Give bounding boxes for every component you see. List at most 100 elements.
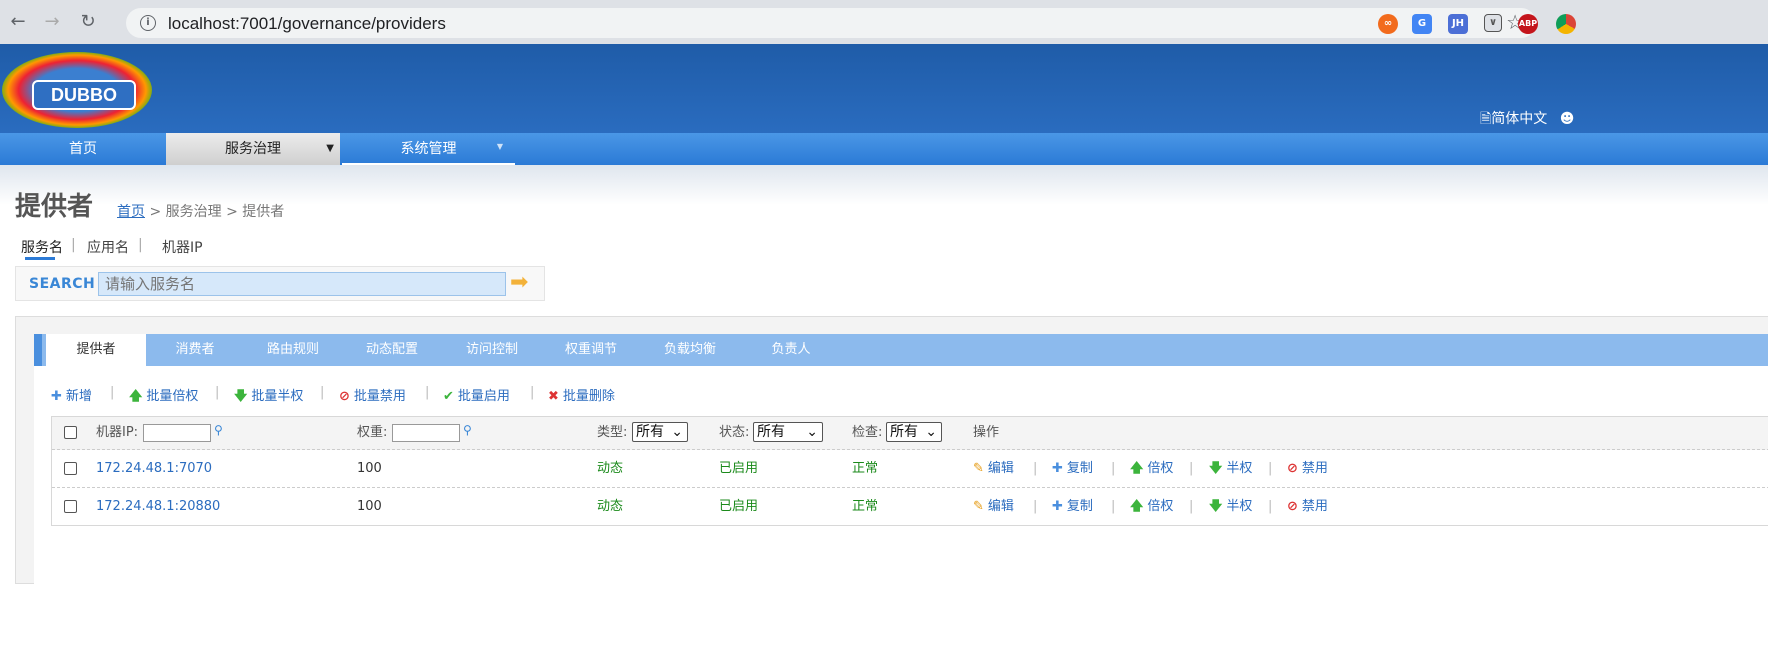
batch-half-label[interactable]: 批量半权 bbox=[251, 389, 303, 404]
provider-address-link[interactable]: 172.24.48.1:20880 bbox=[96, 488, 220, 525]
reload-icon[interactable]: ↻ bbox=[76, 10, 100, 34]
abp-icon[interactable]: ABP bbox=[1518, 14, 1538, 34]
user-icon[interactable]: ☻ bbox=[1560, 111, 1575, 127]
tab-overrides[interactable]: 动态配置 bbox=[342, 334, 442, 366]
dubbo-logo[interactable]: DUBBO bbox=[2, 52, 152, 128]
provider-weight: 100 bbox=[357, 499, 382, 514]
half-weight-button[interactable]: 🡇 半权 bbox=[1209, 488, 1252, 525]
tab-consumers[interactable]: 消费者 bbox=[146, 334, 244, 366]
tab-owners[interactable]: 负责人 bbox=[740, 334, 842, 366]
search-input[interactable] bbox=[98, 272, 506, 296]
batch-disable-label[interactable]: 批量禁用 bbox=[354, 389, 406, 404]
tab-weights[interactable]: 权重调节 bbox=[542, 334, 640, 366]
nav-home-label[interactable]: 首页 bbox=[69, 141, 97, 157]
disable-button[interactable]: ⊘ 禁用 bbox=[1287, 450, 1328, 487]
jh-icon[interactable]: JH bbox=[1448, 14, 1468, 34]
batch-delete-button[interactable]: ✖ 批量删除 bbox=[548, 385, 615, 404]
tab-providers[interactable]: 提供者 bbox=[46, 334, 146, 366]
select-all-checkbox[interactable] bbox=[64, 426, 77, 439]
add-label[interactable]: 新增 bbox=[66, 389, 92, 404]
double-weight-button[interactable]: 🡅 倍权 bbox=[1130, 488, 1173, 525]
divider: | bbox=[425, 385, 430, 400]
header-actions: 操作 bbox=[973, 425, 1000, 440]
double-weight-button[interactable]: 🡅 倍权 bbox=[1130, 450, 1173, 487]
arrow-right-icon[interactable]: ➡ bbox=[510, 272, 528, 294]
batch-enable-label[interactable]: 批量启用 bbox=[458, 389, 510, 404]
type-select-value[interactable]: 所有 bbox=[636, 424, 664, 440]
status-select[interactable]: 所有 ⌄ bbox=[753, 422, 823, 442]
edit-label[interactable]: 编辑 bbox=[988, 499, 1014, 514]
info-icon[interactable]: i bbox=[140, 15, 156, 31]
search-tab-service[interactable]: 服务名 bbox=[21, 237, 63, 257]
divider: | bbox=[1189, 461, 1194, 476]
double-weight-label[interactable]: 倍权 bbox=[1147, 499, 1173, 514]
half-weight-label[interactable]: 半权 bbox=[1226, 461, 1252, 476]
half-weight-label[interactable]: 半权 bbox=[1226, 499, 1252, 514]
copy-label[interactable]: 复制 bbox=[1067, 499, 1093, 514]
tab-routes[interactable]: 路由规则 bbox=[244, 334, 342, 366]
content-inner: 提供者 消费者 路由规则 动态配置 访问控制 权重调节 负载均衡 负责人 ✚ 新增… bbox=[34, 334, 1768, 586]
provider-address-link[interactable]: 172.24.48.1:7070 bbox=[96, 450, 212, 487]
app-header: DUBBO 🗎简体中文 ☻ bbox=[0, 44, 1768, 133]
check-select-value[interactable]: 所有 bbox=[890, 424, 918, 440]
batch-double-weight-button[interactable]: 🡅 批量倍权 bbox=[129, 385, 198, 409]
row-checkbox[interactable] bbox=[64, 462, 77, 475]
nav-governance-label[interactable]: 服务治理 bbox=[225, 141, 281, 157]
address-bar[interactable]: i localhost:7001/governance/providers ☆ bbox=[126, 8, 1536, 38]
disable-label[interactable]: 禁用 bbox=[1302, 499, 1328, 514]
language-switch[interactable]: 🗎简体中文 ☻ bbox=[1480, 108, 1574, 132]
nav-service-governance[interactable]: 服务治理 ▼ bbox=[166, 133, 340, 165]
copy-button[interactable]: ✚ 复制 bbox=[1052, 488, 1093, 525]
batch-enable-button[interactable]: ✔ 批量启用 bbox=[443, 385, 510, 404]
forward-arrow-icon[interactable]: → bbox=[40, 10, 64, 34]
ip-filter-input[interactable] bbox=[143, 424, 211, 442]
check-select[interactable]: 所有 ⌄ bbox=[886, 422, 942, 442]
type-select[interactable]: 所有 ⌄ bbox=[632, 422, 688, 442]
search-tab-ip[interactable]: 机器IP bbox=[162, 237, 203, 257]
plus-icon: ✚ bbox=[51, 389, 62, 404]
double-weight-label[interactable]: 倍权 bbox=[1147, 461, 1173, 476]
tab-loadbalance[interactable]: 负载均衡 bbox=[640, 334, 740, 366]
pocket-icon[interactable]: ∨ bbox=[1484, 14, 1502, 32]
search-icon[interactable]: ⚲ bbox=[214, 423, 223, 437]
row-checkbox[interactable] bbox=[64, 500, 77, 513]
batch-disable-button[interactable]: ⊘ 批量禁用 bbox=[339, 385, 406, 404]
half-weight-button[interactable]: 🡇 半权 bbox=[1209, 450, 1252, 487]
copy-button[interactable]: ✚ 复制 bbox=[1052, 450, 1093, 487]
provider-type: 动态 bbox=[597, 499, 624, 514]
url-text[interactable]: localhost:7001/governance/providers bbox=[168, 14, 446, 34]
search-tab-application[interactable]: 应用名 bbox=[87, 237, 129, 257]
search-icon[interactable]: ⚲ bbox=[463, 423, 472, 437]
divider: | bbox=[110, 385, 115, 400]
chevron-down-icon: ⌄ bbox=[806, 424, 818, 440]
batch-delete-label[interactable]: 批量删除 bbox=[563, 389, 615, 404]
nav-home[interactable]: 首页 bbox=[0, 133, 166, 165]
caret-down-icon: ▼ bbox=[496, 142, 503, 151]
edit-button[interactable]: ✎ 编辑 bbox=[973, 488, 1014, 525]
arrow-up-icon: 🡅 bbox=[129, 389, 143, 404]
nav-system-management[interactable]: 系统管理 ▼ bbox=[342, 133, 515, 165]
nav-system-label[interactable]: 系统管理 bbox=[401, 141, 457, 157]
tab-access[interactable]: 访问控制 bbox=[442, 334, 542, 366]
infinity-icon[interactable]: ∞ bbox=[1378, 14, 1398, 34]
status-select-value[interactable]: 所有 bbox=[757, 424, 785, 440]
disable-label[interactable]: 禁用 bbox=[1302, 461, 1328, 476]
providers-table: 机器IP: ⚲ 权重: ⚲ 类型: 所有 ⌄ 状态: 所有 ⌄ 检查: 所有 ⌄ 操作… bbox=[51, 416, 1768, 526]
weight-filter-input[interactable] bbox=[392, 424, 460, 442]
disable-button[interactable]: ⊘ 禁用 bbox=[1287, 488, 1328, 525]
edit-label[interactable]: 编辑 bbox=[988, 461, 1014, 476]
add-button[interactable]: ✚ 新增 bbox=[51, 385, 92, 404]
header-status: 状态: bbox=[719, 425, 750, 440]
breadcrumb-home-link[interactable]: 首页 bbox=[117, 204, 145, 220]
copy-label[interactable]: 复制 bbox=[1067, 461, 1093, 476]
divider: | bbox=[1111, 461, 1116, 476]
batch-double-label[interactable]: 批量倍权 bbox=[146, 389, 198, 404]
translate-icon[interactable]: G bbox=[1412, 14, 1432, 34]
batch-half-weight-button[interactable]: 🡇 批量半权 bbox=[234, 385, 303, 409]
caret-down-icon: ▼ bbox=[326, 143, 334, 154]
pencil-icon: ✎ bbox=[973, 461, 984, 476]
back-arrow-icon[interactable]: ← bbox=[6, 10, 30, 34]
language-label[interactable]: 简体中文 bbox=[1491, 111, 1547, 127]
edit-button[interactable]: ✎ 编辑 bbox=[973, 450, 1014, 487]
chrome-icon[interactable] bbox=[1556, 14, 1576, 34]
